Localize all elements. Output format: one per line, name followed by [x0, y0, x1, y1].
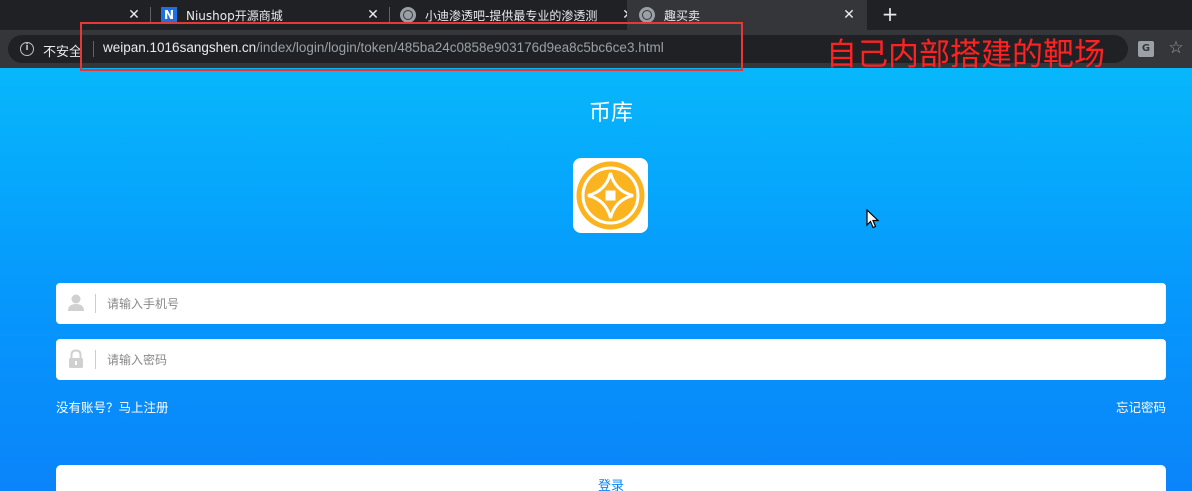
mouse-cursor-icon	[866, 209, 880, 229]
url-path: /index/login/login/token/485ba24c0858e90…	[256, 40, 664, 55]
omnibox-separator	[93, 41, 94, 57]
screen: ✕ N Niushop开源商城 ✕ 小迪渗透吧-提供最专业的渗透测 ✕ 趣买卖 …	[0, 0, 1192, 491]
phone-field	[56, 283, 1166, 324]
tab-title: 趣买卖	[664, 8, 701, 23]
password-input[interactable]	[107, 339, 1147, 380]
tab-title: 小迪渗透吧-提供最专业的渗透测	[425, 8, 598, 23]
coin-icon	[576, 161, 645, 230]
app-logo	[573, 158, 648, 233]
tab-niushop[interactable]: N Niushop开源商城 ✕	[151, 0, 387, 30]
new-tab-button[interactable]: +	[878, 3, 902, 27]
close-icon[interactable]: ✕	[365, 7, 381, 23]
tab-xiaodi[interactable]: 小迪渗透吧-提供最专业的渗透测 ✕	[390, 0, 634, 30]
url-text[interactable]: weipan.1016sangshen.cn/index/login/login…	[103, 40, 664, 55]
annotation-text: 自己内部搭建的靶场	[826, 37, 1105, 73]
register-link[interactable]: 没有账号？马上注册	[56, 397, 169, 416]
password-field	[56, 339, 1166, 380]
page-title: 币库	[588, 101, 633, 126]
niushop-favicon-icon: N	[161, 7, 177, 23]
close-icon[interactable]: ✕	[126, 7, 142, 23]
login-button[interactable]: 登录	[56, 465, 1166, 491]
phone-input[interactable]	[107, 283, 1147, 324]
info-icon[interactable]: i	[20, 42, 34, 56]
tab-active[interactable]: 趣买卖 ✕	[627, 0, 867, 30]
tab-strip: ✕ N Niushop开源商城 ✕ 小迪渗透吧-提供最专业的渗透测 ✕ 趣买卖 …	[0, 0, 1192, 30]
field-separator	[95, 350, 96, 369]
url-host: weipan.1016sangshen.cn	[103, 40, 257, 55]
field-separator	[95, 294, 96, 313]
translate-icon[interactable]: G	[1138, 41, 1154, 57]
page-content: 币库 没有账号？马上注	[0, 68, 1192, 491]
star-icon[interactable]: ☆	[1166, 38, 1186, 58]
globe-icon	[639, 7, 655, 23]
user-icon	[68, 294, 84, 311]
globe-icon	[400, 7, 416, 23]
security-label[interactable]: 不安全	[43, 41, 82, 60]
tab-0[interactable]: ✕	[0, 0, 148, 30]
forgot-password-link[interactable]: 忘记密码	[1116, 397, 1166, 416]
tab-title: Niushop开源商城	[186, 8, 283, 23]
close-icon[interactable]: ✕	[841, 7, 857, 23]
lock-icon	[69, 349, 83, 368]
